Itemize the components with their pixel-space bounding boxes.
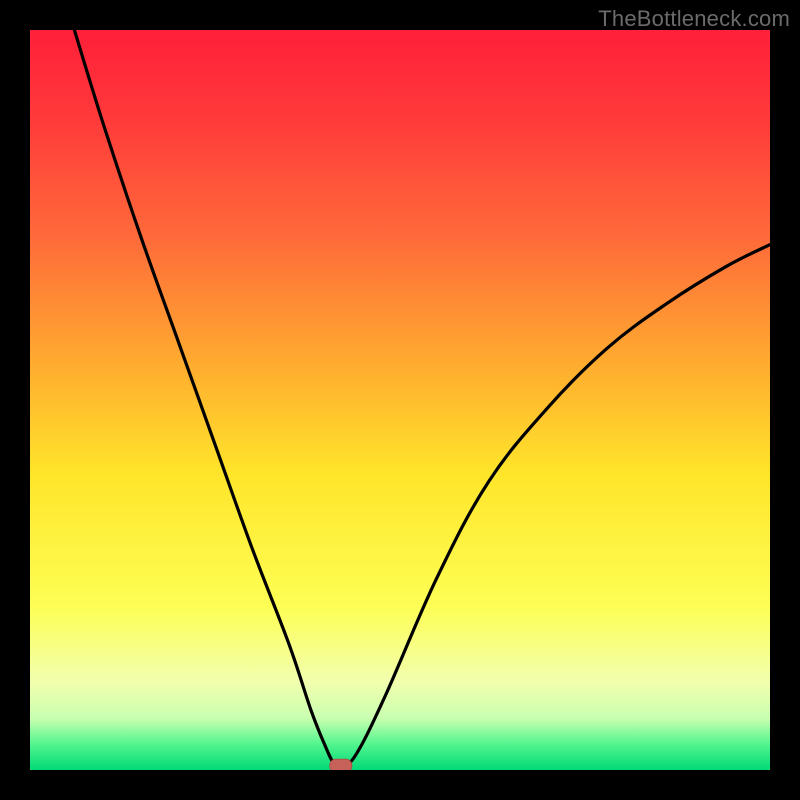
chart-frame: TheBottleneck.com — [0, 0, 800, 800]
optimum-marker — [330, 759, 352, 770]
plot-svg — [30, 30, 770, 770]
plot-area — [30, 30, 770, 770]
watermark-text: TheBottleneck.com — [598, 6, 790, 32]
